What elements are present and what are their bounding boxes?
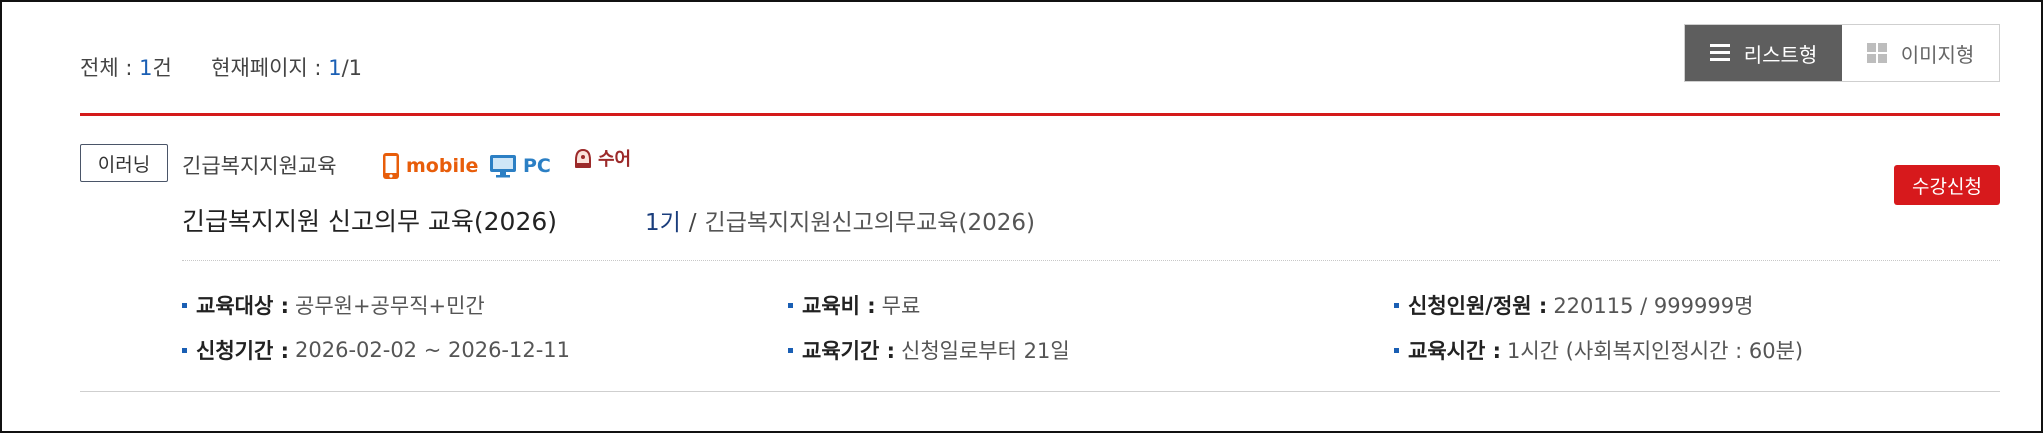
bullet-icon xyxy=(182,302,187,308)
page-current: 1 xyxy=(328,56,342,80)
info-education-time: 교육시간 : 1시간 (사회복지인정시간 : 60분) xyxy=(1394,335,1803,365)
pc-label: PC xyxy=(523,155,551,177)
course-cohort: 1기 / 긴급복지지원신고의무교육(2026) xyxy=(645,203,1035,237)
info-value: 공무원+공무직+민간 xyxy=(295,294,485,318)
bullet-icon xyxy=(182,347,187,353)
bullet-icon xyxy=(788,347,793,353)
info-label: 교육대상 : xyxy=(196,294,289,318)
info-education-period: 교육기간 : 신청일로부터 21일 xyxy=(788,335,1070,365)
course-type-badge: 이러닝 xyxy=(80,144,168,182)
info-label: 교육기간 : xyxy=(802,339,895,363)
course-title-link[interactable]: 긴급복지지원 신고의무 교육(2026) xyxy=(182,202,557,238)
bullet-icon xyxy=(1394,347,1399,353)
list-view-label: 리스트형 xyxy=(1743,42,1818,67)
monitor-icon xyxy=(490,155,516,178)
info-enrollment-capacity: 신청인원/정원 : 220115 / 999999명 xyxy=(1394,290,1753,320)
list-item-divider xyxy=(80,391,2000,392)
result-summary: 전체 : 1건 현재페이지 : 1/1 xyxy=(80,52,362,82)
info-value: 신청일로부터 21일 xyxy=(901,339,1070,363)
info-education-fee: 교육비 : 무료 xyxy=(788,290,920,320)
info-value: 무료 xyxy=(881,294,921,318)
list-top-divider xyxy=(80,113,2000,116)
info-value: 220115 / 999999명 xyxy=(1553,294,1754,318)
info-label: 교육시간 : xyxy=(1408,339,1501,363)
info-label: 교육비 : xyxy=(802,294,876,318)
page-total: /1 xyxy=(341,56,362,80)
image-view-label: 이미지형 xyxy=(1900,42,1975,67)
list-icon xyxy=(1709,44,1730,62)
sign-language-badge: 수어 xyxy=(572,145,631,171)
grid-icon xyxy=(1866,43,1887,63)
info-label: 신청인원/정원 : xyxy=(1408,294,1548,318)
image-view-button[interactable]: 이미지형 xyxy=(1842,25,1999,81)
total-count: 1 xyxy=(139,56,153,80)
course-list-panel: 전체 : 1건 현재페이지 : 1/1 리스트형 이미지형 이러닝 긴급복지지원… xyxy=(0,0,2043,433)
mobile-support-badge: mobile xyxy=(382,152,478,180)
course-category: 긴급복지지원교육 xyxy=(182,154,337,178)
mobile-label: mobile xyxy=(406,155,479,177)
cohort-name: 긴급복지지원신고의무교육(2026) xyxy=(704,210,1035,236)
mobile-phone-icon xyxy=(383,153,399,179)
info-label: 신청기간 : xyxy=(196,339,289,363)
info-value: 2026-02-02 ~ 2026-12-11 xyxy=(295,338,571,362)
apply-button[interactable]: 수강신청 xyxy=(1894,165,2000,205)
list-view-button[interactable]: 리스트형 xyxy=(1685,25,1842,81)
total-label: 전체 : xyxy=(80,56,140,80)
info-divider xyxy=(182,260,2000,261)
sign-language-label: 수어 xyxy=(598,149,632,170)
page-label: 현재페이지 : xyxy=(211,56,329,80)
total-unit: 건 xyxy=(152,56,172,80)
cohort-separator: / xyxy=(688,210,697,236)
sign-language-hand-icon xyxy=(575,148,591,168)
info-value: 1시간 (사회복지인정시간 : 60분) xyxy=(1507,339,1804,363)
view-toggle: 리스트형 이미지형 xyxy=(1684,24,2000,82)
bullet-icon xyxy=(788,302,793,308)
cohort-number: 1기 xyxy=(645,210,681,236)
info-application-period: 신청기간 : 2026-02-02 ~ 2026-12-11 xyxy=(182,335,570,365)
bullet-icon xyxy=(1394,302,1399,308)
pc-support-badge: PC xyxy=(489,154,551,178)
info-education-target: 교육대상 : 공무원+공무직+민간 xyxy=(182,290,485,320)
